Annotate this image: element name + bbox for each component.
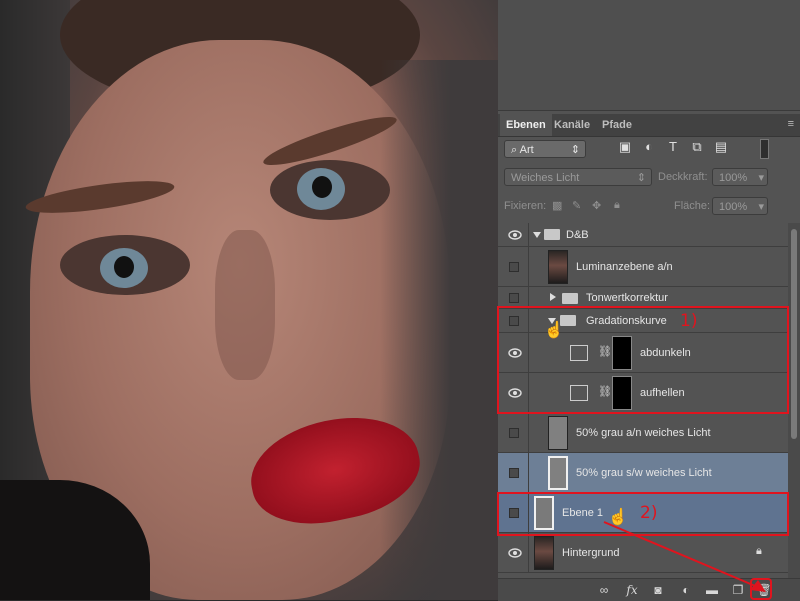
chevron-down-icon: ▾ <box>758 201 764 213</box>
tab-ebenen[interactable]: Ebenen <box>500 114 552 136</box>
layer-row-grau-sw[interactable]: 50% grau s/w weiches Licht <box>498 453 788 493</box>
panel-menu-icon[interactable]: ≡ <box>788 118 794 130</box>
layer-filter-value: Art <box>519 144 534 156</box>
layer-name: D&B <box>566 229 589 241</box>
opacity-label: Deckkraft: <box>658 171 708 183</box>
layers-scrollbar[interactable] <box>788 223 800 578</box>
annotation-label-1: 1) <box>680 311 698 331</box>
chevron-down-icon: ▾ <box>758 172 764 184</box>
lock-label: Fixieren: <box>504 200 547 212</box>
layer-thumbnail <box>548 250 568 284</box>
smart-object-filter-icon[interactable]: ▤ <box>714 140 728 154</box>
select-arrows-icon: ⇕ <box>636 172 646 184</box>
panel-top-area <box>498 0 800 111</box>
trash-highlight <box>750 578 772 600</box>
folder-icon <box>544 229 560 240</box>
layer-row-grau-an[interactable]: 50% grau a/n weiches Licht <box>498 413 788 453</box>
eye-icon[interactable] <box>508 230 522 240</box>
tab-kanaele[interactable]: Kanäle <box>548 114 596 136</box>
lock-all-icon[interactable]: 🔒︎ <box>614 199 620 212</box>
lock-pixels-icon[interactable]: ✎ <box>572 199 581 212</box>
lock-transparency-icon[interactable]: ▩ <box>552 199 562 212</box>
visibility-box[interactable] <box>509 468 519 478</box>
layer-thumbnail <box>548 456 568 490</box>
layer-name: 50% grau s/w weiches Licht <box>576 467 712 479</box>
lock-position-icon[interactable]: ✥ <box>592 199 601 212</box>
layer-name: 50% grau a/n weiches Licht <box>576 427 711 439</box>
layer-row-luminanz[interactable]: Luminanzebene a/n <box>498 247 788 287</box>
layer-filter-select[interactable]: ⌕ Art ⇕ <box>504 140 586 158</box>
fill-field[interactable]: 100% ▾ <box>712 197 768 215</box>
layer-thumbnail <box>548 416 568 450</box>
type-filter-icon[interactable]: T <box>666 140 680 154</box>
opacity-field[interactable]: 100% ▾ <box>712 168 768 186</box>
search-icon: ⌕ <box>511 144 518 156</box>
opacity-value: 100% <box>719 172 748 184</box>
layer-name: Luminanzebene a/n <box>576 261 673 273</box>
layer-thumbnail <box>534 536 554 570</box>
layer-row-db[interactable]: D&B <box>498 223 788 247</box>
expand-triangle-icon[interactable] <box>533 232 541 238</box>
shape-filter-icon[interactable]: ⧉ <box>690 140 704 154</box>
panel-tabbar: Ebenen Kanäle Pfade ≡ <box>498 114 800 137</box>
blend-mode-value: Weiches Licht <box>511 172 580 184</box>
fill-label: Fläche: <box>674 200 711 212</box>
eye-icon[interactable] <box>508 548 522 558</box>
image-filter-icon[interactable]: ▣ <box>618 140 632 154</box>
fill-value: 100% <box>719 201 748 213</box>
filter-toggle-icon[interactable] <box>760 139 769 159</box>
folder-icon <box>562 293 578 304</box>
canvas-photo <box>0 0 498 600</box>
layer-name: Tonwertkorrektur <box>586 292 668 304</box>
adjustment-filter-icon[interactable]: ◐ <box>642 140 656 154</box>
annotation-arrow <box>603 521 766 592</box>
blend-mode-select[interactable]: Weiches Licht ⇕ <box>504 168 652 186</box>
select-arrows-icon: ⇕ <box>570 144 580 156</box>
visibility-box[interactable] <box>509 428 519 438</box>
tab-pfade[interactable]: Pfade <box>596 114 638 136</box>
annotation-box-1 <box>497 306 789 414</box>
collapsed-triangle-icon[interactable] <box>550 293 556 301</box>
scrollbar-thumb[interactable] <box>791 229 797 439</box>
visibility-box[interactable] <box>509 293 519 303</box>
visibility-box[interactable] <box>509 262 519 272</box>
